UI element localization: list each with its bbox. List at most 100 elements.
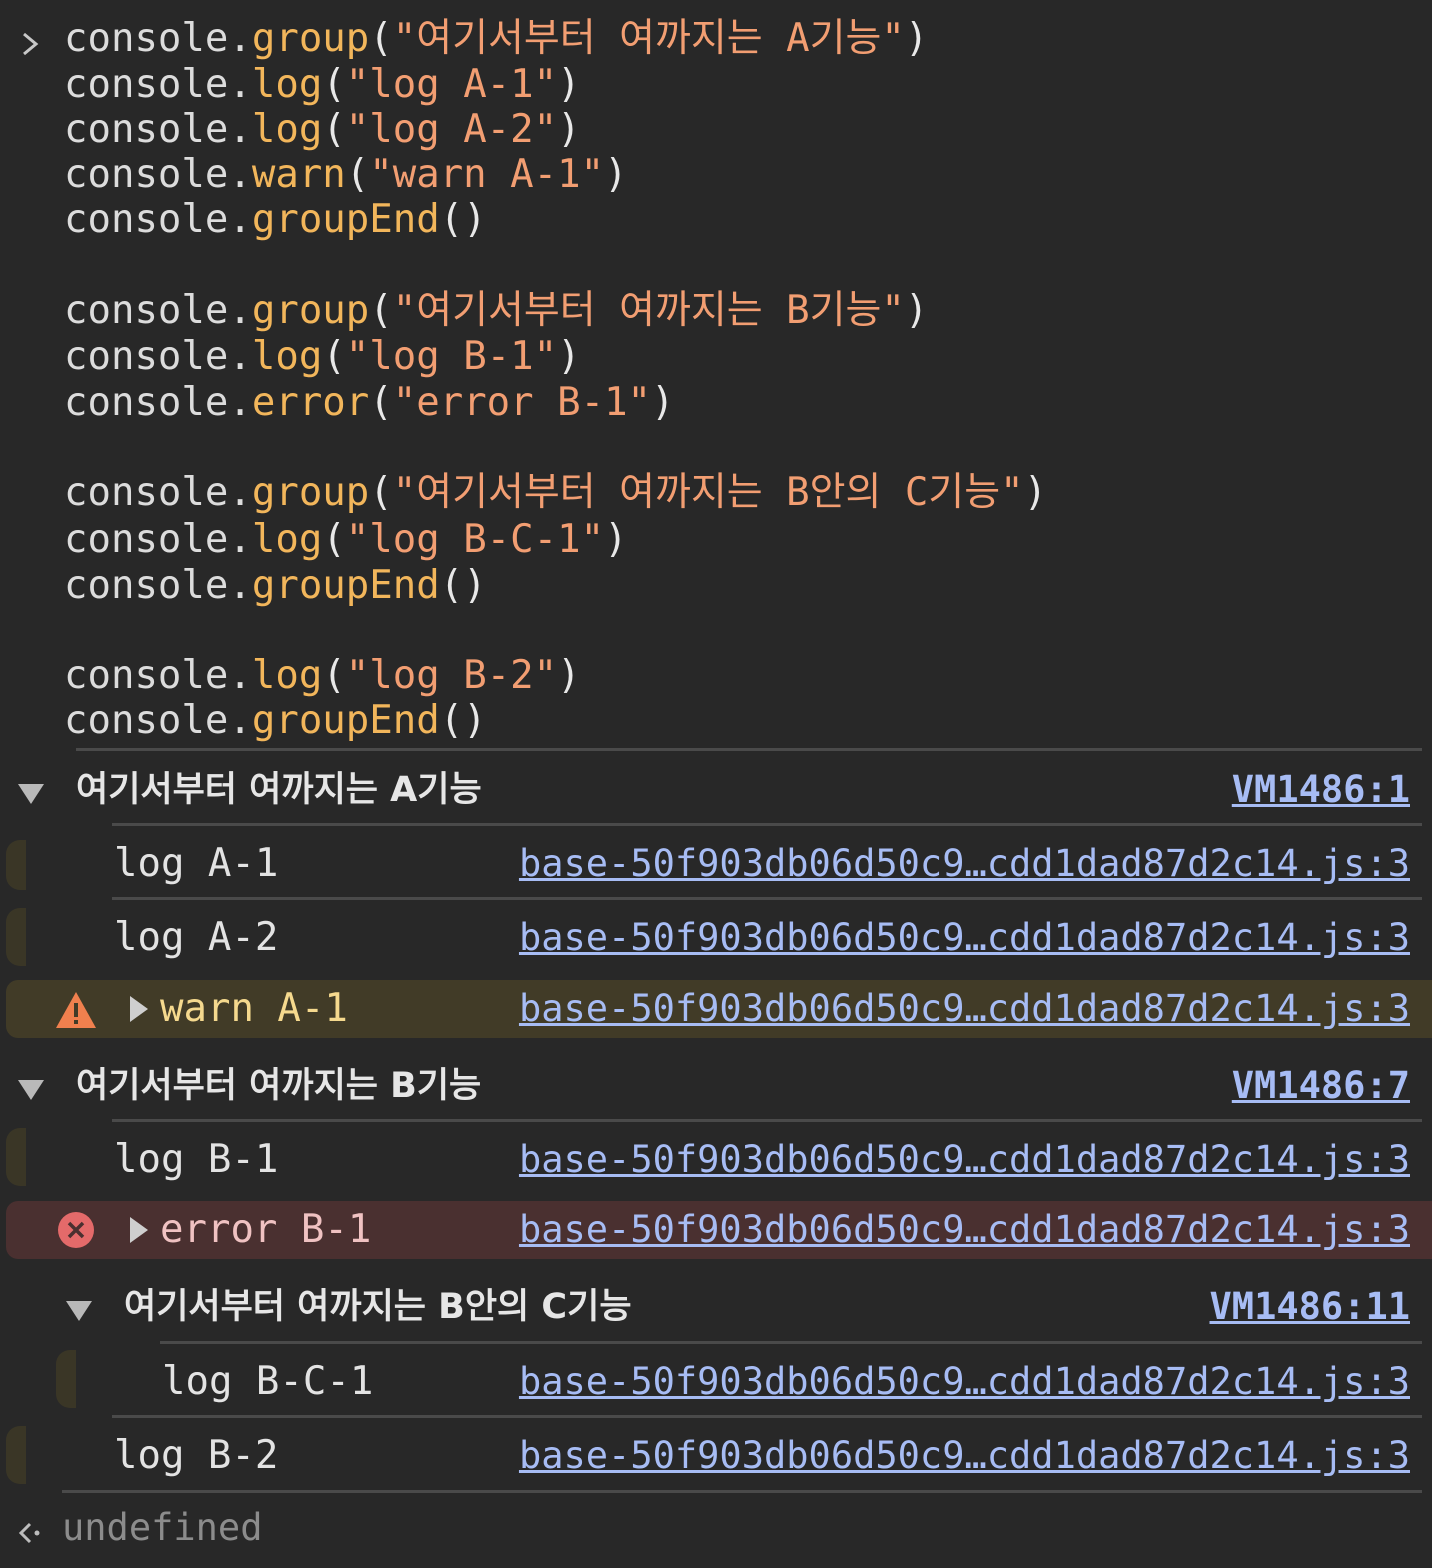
caret-down-icon[interactable]	[18, 1080, 44, 1100]
group-title: 여기서부터 여까지는 B기능	[76, 1066, 482, 1106]
group-indent-marker	[6, 840, 26, 890]
row-divider	[112, 823, 1422, 826]
code-token: )	[1023, 470, 1048, 515]
code-token: .	[228, 107, 252, 152]
code-token: log	[251, 107, 323, 152]
code-token: "log A-1"	[345, 62, 558, 107]
source-link[interactable]: VM1486:1	[1232, 768, 1410, 811]
error-message: error B-1	[160, 1207, 372, 1252]
code-token: console	[64, 16, 229, 61]
group-header-b[interactable]: 여기서부터 여까지는 B기능 VM1486:7	[0, 1050, 1432, 1122]
code-line: console.groupEnd()	[64, 563, 487, 609]
group-header-c[interactable]: 여기서부터 여까지는 B안의 C기능 VM1486:11	[0, 1271, 1432, 1343]
code-line: console.group("여기서부터 여까지는 B기능")	[64, 288, 928, 334]
caret-down-icon[interactable]	[66, 1301, 92, 1321]
code-token: console	[64, 470, 229, 515]
source-link[interactable]: base-50f903db06d50c9…cdd1dad87d2c14.js:3	[519, 987, 1410, 1030]
source-link[interactable]: base-50f903db06d50c9…cdd1dad87d2c14.js:3	[519, 1208, 1410, 1251]
row-divider	[112, 1415, 1422, 1418]
log-message: log B-2	[114, 1433, 279, 1478]
code-token: "여기서부터 여까지는 A기능"	[392, 16, 905, 61]
code-token: .	[228, 334, 252, 379]
group-indent-marker	[6, 908, 26, 966]
code-token: console	[64, 563, 229, 608]
code-token: groupEnd	[251, 563, 440, 608]
source-link[interactable]: base-50f903db06d50c9…cdd1dad87d2c14.js:3	[519, 1434, 1410, 1477]
group-header-a[interactable]: 여기서부터 여까지는 A기능 VM1486:1	[0, 754, 1432, 826]
code-token: .	[228, 470, 252, 515]
code-token: console	[64, 197, 229, 242]
code-line: console.error("error B-1")	[64, 380, 675, 426]
code-token: ()	[439, 197, 487, 242]
code-token: "error B-1"	[392, 380, 652, 425]
code-token: )	[557, 653, 581, 698]
error-circle-icon	[58, 1212, 94, 1248]
caret-right-icon[interactable]	[130, 1217, 148, 1243]
code-token: console	[64, 334, 229, 379]
code-token: (	[322, 334, 346, 379]
source-link[interactable]: base-50f903db06d50c9…cdd1dad87d2c14.js:3	[519, 916, 1410, 959]
code-token: (	[369, 288, 393, 333]
code-token: (	[322, 62, 346, 107]
code-token: .	[228, 62, 252, 107]
code-line: console.groupEnd()	[64, 197, 487, 243]
code-token: console	[64, 517, 229, 562]
code-line: console.log("log B-C-1")	[64, 517, 628, 563]
row-divider	[112, 1119, 1422, 1122]
code-token: "여기서부터 여까지는 B안의 C기능"	[392, 470, 1024, 515]
source-link[interactable]: base-50f903db06d50c9…cdd1dad87d2c14.js:3	[519, 1138, 1410, 1181]
source-link[interactable]: base-50f903db06d50c9…cdd1dad87d2c14.js:3	[519, 842, 1410, 885]
code-token: "여기서부터 여까지는 B기능"	[392, 288, 905, 333]
code-token: console	[64, 698, 229, 743]
error-row-b1[interactable]: error B-1 base-50f903db06d50c9…cdd1dad87…	[6, 1201, 1432, 1259]
code-token: (	[322, 517, 346, 562]
warning-triangle-icon	[56, 992, 96, 1028]
code-token: .	[228, 653, 252, 698]
log-row-bc1[interactable]: log B-C-1 base-50f903db06d50c9…cdd1dad87…	[0, 1346, 1432, 1418]
code-token: .	[228, 288, 252, 333]
caret-down-icon[interactable]	[18, 784, 44, 804]
caret-right-icon[interactable]	[130, 996, 148, 1022]
code-token: )	[557, 107, 581, 152]
code-token: (	[369, 380, 393, 425]
result-arrow-icon	[18, 1522, 40, 1544]
warn-message: warn A-1	[160, 986, 348, 1031]
log-row-b1[interactable]: log B-1 base-50f903db06d50c9…cdd1dad87d2…	[0, 1124, 1432, 1196]
source-link[interactable]: VM1486:11	[1210, 1285, 1410, 1328]
code-token: .	[228, 517, 252, 562]
group-indent-marker	[56, 1350, 76, 1408]
code-line: console.group("여기서부터 여까지는 B안의 C기능")	[64, 470, 1047, 516]
log-row-b2[interactable]: log B-2 base-50f903db06d50c9…cdd1dad87d2…	[0, 1420, 1432, 1492]
chevron-right-icon	[23, 32, 39, 56]
code-token: .	[228, 152, 252, 197]
code-token: "log B-1"	[345, 334, 558, 379]
code-token: console	[64, 107, 229, 152]
log-row-a2[interactable]: log A-2 base-50f903db06d50c9…cdd1dad87d2…	[0, 902, 1432, 974]
result-value: undefined	[62, 1506, 263, 1549]
code-token: (	[345, 152, 370, 197]
code-line: console.groupEnd()	[64, 698, 487, 744]
code-token: log	[251, 334, 323, 379]
code-token: group	[251, 16, 370, 61]
source-link[interactable]: VM1486:7	[1232, 1064, 1410, 1107]
code-token: (	[369, 470, 393, 515]
code-line: console.log("log A-1")	[64, 62, 581, 108]
code-token: )	[604, 517, 628, 562]
code-token: )	[904, 288, 929, 333]
code-token: console	[64, 380, 229, 425]
log-message: log B-C-1	[162, 1359, 374, 1404]
source-link[interactable]: base-50f903db06d50c9…cdd1dad87d2c14.js:3	[519, 1360, 1410, 1403]
code-token: "log B-2"	[345, 653, 558, 698]
code-token: group	[251, 470, 370, 515]
row-divider	[160, 1341, 1422, 1344]
code-token: .	[228, 16, 252, 61]
warn-row-a1[interactable]: warn A-1 base-50f903db06d50c9…cdd1dad87d…	[6, 980, 1432, 1038]
code-token: ()	[439, 563, 487, 608]
group-indent-marker	[6, 1426, 26, 1484]
log-row-a1[interactable]: log A-1 base-50f903db06d50c9…cdd1dad87d2…	[0, 828, 1432, 900]
code-token: (	[322, 653, 346, 698]
code-token: (	[369, 16, 393, 61]
code-token: (	[322, 107, 346, 152]
code-token: )	[604, 152, 628, 197]
code-token: )	[651, 380, 675, 425]
